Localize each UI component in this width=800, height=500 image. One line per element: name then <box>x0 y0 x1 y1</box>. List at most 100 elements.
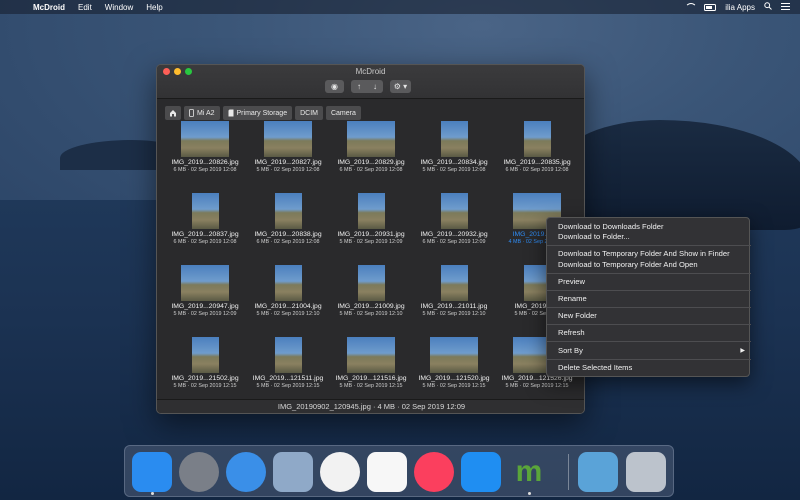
downloads-folder-icon[interactable] <box>578 452 618 492</box>
spotlight-search-icon[interactable] <box>764 2 772 12</box>
title-bar: McDroid ◉ ↑ ↓ ⚙ ▾ <box>157 65 584 99</box>
file-meta: 5 MB · 02 Sep 2019 12:15 <box>339 383 403 389</box>
file-name: IMG_2019...20838.jpg <box>254 231 322 238</box>
file-item[interactable]: IMG_2019...20931.jpg 5 MB · 02 Sep 2019 1… <box>331 193 411 245</box>
file-item[interactable]: IMG_2019...20827.jpg 5 MB · 02 Sep 2019 1… <box>248 121 328 173</box>
photos-icon[interactable] <box>320 452 360 492</box>
sd-card-icon <box>228 109 234 117</box>
breadcrumb-label: Primary Storage <box>236 109 288 117</box>
file-thumbnail <box>357 193 385 229</box>
menu-download-to-downloads[interactable]: Download to Downloads Folder <box>547 222 751 232</box>
file-item[interactable]: IMG_2019...21502.jpg 5 MB · 02 Sep 2019 1… <box>165 337 245 389</box>
running-indicator <box>151 492 154 495</box>
menu-download-temp-show-finder[interactable]: Download to Temporary Folder And Show in… <box>547 249 751 259</box>
wifi-icon[interactable] <box>685 3 698 11</box>
app-store-icon[interactable] <box>461 452 501 492</box>
menu-help[interactable]: Help <box>146 3 162 12</box>
file-name: IMG_2019...121520.jpg <box>418 375 490 382</box>
file-name: IMG_2019...20837.jpg <box>171 231 239 238</box>
file-meta: 5 MB · 02 Sep 2019 12:10 <box>339 311 403 317</box>
user-name[interactable]: ilia Apps <box>725 3 755 12</box>
trash-icon[interactable] <box>626 452 666 492</box>
file-meta: 5 MB · 02 Sep 2019 12:15 <box>173 383 237 389</box>
file-item[interactable]: IMG_2019...20829.jpg 6 MB · 02 Sep 2019 1… <box>331 121 411 173</box>
file-meta: 5 MB · 02 Sep 2019 12:10 <box>256 311 320 317</box>
file-item[interactable]: IMG_2019...20838.jpg 6 MB · 02 Sep 2019 1… <box>248 193 328 245</box>
menu-edit[interactable]: Edit <box>78 3 92 12</box>
actions-menu-button[interactable]: ⚙ ▾ <box>390 80 411 93</box>
file-thumbnail <box>430 337 478 373</box>
file-name: IMG_2019...21009.jpg <box>337 303 405 310</box>
menu-download-temp-open[interactable]: Download to Temporary Folder And Open <box>547 260 751 270</box>
file-meta: 5 MB · 02 Sep 2019 12:09 <box>173 311 237 317</box>
file-item[interactable]: IMG_2019...121520.jpg 5 MB · 02 Sep 2019 … <box>414 337 494 389</box>
file-meta: 6 MB · 02 Sep 2019 12:08 <box>505 167 569 173</box>
breadcrumb-device[interactable]: Mi A2 <box>184 106 220 120</box>
breadcrumb-dcim[interactable]: DCIM <box>295 106 323 120</box>
menu-window[interactable]: Window <box>105 3 133 12</box>
context-menu: Download to Downloads Folder Download to… <box>546 217 751 377</box>
breadcrumb-label: Mi A2 <box>197 109 215 117</box>
file-name: IMG_2019...121511.jpg <box>252 375 324 382</box>
file-item[interactable]: IMG_2019...20834.jpg 5 MB · 02 Sep 2019 1… <box>414 121 494 173</box>
file-thumbnail <box>440 265 468 301</box>
launchpad-icon[interactable] <box>179 452 219 492</box>
reminders-icon[interactable] <box>367 452 407 492</box>
file-meta: 6 MB · 02 Sep 2019 12:08 <box>339 167 403 173</box>
file-thumbnail <box>181 265 229 301</box>
menu-preview[interactable]: Preview <box>547 277 751 287</box>
mcdroid-icon[interactable]: m <box>509 452 549 492</box>
safari-icon[interactable] <box>226 452 266 492</box>
finder-icon[interactable] <box>132 452 172 492</box>
quick-look-button[interactable]: ◉ <box>325 80 344 93</box>
file-item[interactable]: IMG_2019...20837.jpg 6 MB · 02 Sep 2019 1… <box>165 193 245 245</box>
file-meta: 6 MB · 02 Sep 2019 12:08 <box>256 239 320 245</box>
breadcrumb-home[interactable] <box>165 106 181 120</box>
battery-icon[interactable] <box>704 3 717 11</box>
gear-icon: ⚙ ▾ <box>393 82 408 91</box>
breadcrumb-camera[interactable]: Camera <box>325 106 361 120</box>
file-meta: 5 MB · 02 Sep 2019 12:15 <box>505 383 569 389</box>
file-thumbnail <box>440 193 468 229</box>
file-item[interactable]: IMG_2019...20826.jpg 6 MB · 02 Sep 2019 1… <box>165 121 245 173</box>
upload-download-buttons: ↑ ↓ <box>351 80 383 93</box>
home-icon <box>170 110 176 117</box>
file-item[interactable]: IMG_2019...20932.jpg 6 MB · 02 Sep 2019 1… <box>414 193 494 245</box>
menu-download-to-folder[interactable]: Download to Folder... <box>547 232 751 242</box>
file-item[interactable]: IMG_2019...20835.jpg 6 MB · 02 Sep 2019 1… <box>497 121 577 173</box>
preview-eagle-icon[interactable] <box>273 452 313 492</box>
menu-rename[interactable]: Rename <box>547 294 751 304</box>
file-thumbnail <box>357 265 385 301</box>
file-thumbnail <box>264 121 312 157</box>
music-icon[interactable] <box>414 452 454 492</box>
file-name: IMG_2019...20826.jpg <box>171 159 239 166</box>
file-meta: 5 MB · 02 Sep 2019 12:09 <box>339 239 403 245</box>
menu-refresh[interactable]: Refresh <box>547 328 751 338</box>
menu-delete-selected[interactable]: Delete Selected Items <box>547 363 751 373</box>
file-item[interactable]: IMG_2019...21011.jpg 5 MB · 02 Sep 2019 1… <box>414 265 494 317</box>
phone-icon <box>189 109 194 117</box>
menu-bar: McDroid Edit Window Help ilia Apps <box>0 0 800 14</box>
file-name: IMG_2019...20931.jpg <box>337 231 405 238</box>
notification-center-icon[interactable] <box>781 2 790 12</box>
file-item[interactable]: IMG_2019...121516.jpg 5 MB · 02 Sep 2019 … <box>331 337 411 389</box>
file-thumbnail <box>274 337 302 373</box>
file-item[interactable]: IMG_2019...20947.jpg 5 MB · 02 Sep 2019 1… <box>165 265 245 317</box>
download-arrow-icon[interactable]: ↓ <box>373 82 377 91</box>
menu-new-folder[interactable]: New Folder <box>547 311 751 321</box>
menu-sort-by[interactable]: Sort By ▶ <box>547 346 751 356</box>
file-item[interactable]: IMG_2019...121511.jpg 5 MB · 02 Sep 2019 … <box>248 337 328 389</box>
upload-arrow-icon[interactable]: ↑ <box>357 82 361 91</box>
file-item[interactable]: IMG_2019...21004.jpg 5 MB · 02 Sep 2019 1… <box>248 265 328 317</box>
menu-app-name[interactable]: McDroid <box>33 3 65 12</box>
mcdroid-window: McDroid ◉ ↑ ↓ ⚙ ▾ Mi A2 Primary Storage <box>156 64 585 414</box>
file-thumbnail <box>347 121 395 157</box>
file-meta: 5 MB · 02 Sep 2019 12:15 <box>256 383 320 389</box>
file-name: IMG_2019...20947.jpg <box>171 303 239 310</box>
file-name: IMG_2019...20932.jpg <box>420 231 488 238</box>
running-indicator <box>528 492 531 495</box>
dock: m <box>124 445 674 497</box>
breadcrumb-storage[interactable]: Primary Storage <box>222 106 293 120</box>
file-name: IMG_2019...21502.jpg <box>171 375 239 382</box>
file-item[interactable]: IMG_2019...21009.jpg 5 MB · 02 Sep 2019 1… <box>331 265 411 317</box>
